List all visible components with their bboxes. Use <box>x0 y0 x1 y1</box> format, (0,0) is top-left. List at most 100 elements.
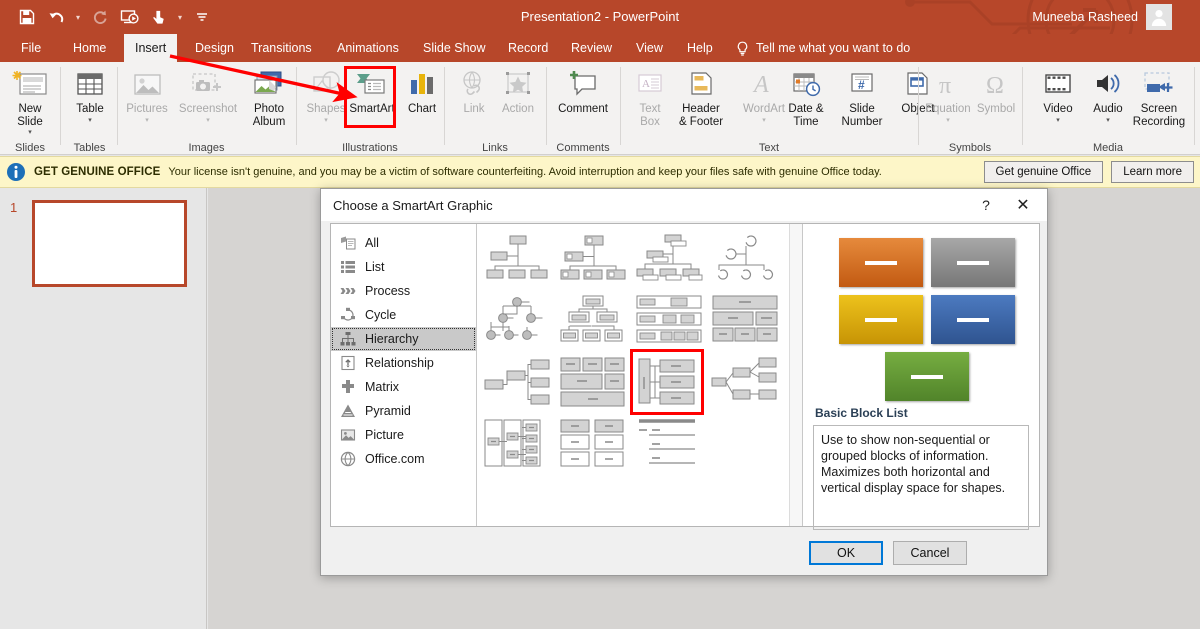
tell-me-box[interactable]: Tell me what you want to do <box>736 34 910 62</box>
start-from-beginning-icon[interactable] <box>116 4 142 30</box>
gallery-item-hierarchy-table-list[interactable] <box>633 414 707 480</box>
ribbon-comment-button[interactable]: Comment <box>552 66 614 116</box>
chart-icon <box>405 66 439 100</box>
category-pyramid[interactable]: Pyramid <box>331 399 476 423</box>
redo-icon[interactable] <box>87 4 113 30</box>
gallery-item-architecture-layout[interactable] <box>557 352 631 418</box>
category-matrix-label: Matrix <box>365 380 400 394</box>
gallery-item-circle-picture-hierarchy[interactable] <box>481 290 555 356</box>
ribbon-table-button[interactable]: Table ▾ <box>62 66 118 125</box>
chevron-down-icon[interactable]: ▾ <box>762 117 766 125</box>
tab-transitions[interactable]: Transitions <box>240 34 323 62</box>
tab-review[interactable]: Review <box>560 34 623 62</box>
ribbon-smartart-button[interactable]: SmartArt <box>344 66 400 116</box>
preview-artwork <box>813 232 1029 401</box>
ribbon-audio-button[interactable]: Audio ▾ <box>1080 66 1136 125</box>
category-all[interactable]: All <box>331 231 476 255</box>
chevron-down-icon[interactable]: ▾ <box>206 117 210 125</box>
chevron-down-icon[interactable]: ▾ <box>1056 117 1060 125</box>
ribbon-video-button[interactable]: Video ▾ <box>1030 66 1086 125</box>
smartart-gallery[interactable] <box>477 224 803 526</box>
customize-qat-icon[interactable] <box>189 4 215 30</box>
gallery-item-hierarchy-list[interactable] <box>557 290 631 356</box>
chevron-down-icon[interactable]: ▾ <box>145 117 149 125</box>
gallery-item-lined-list[interactable] <box>557 414 631 480</box>
cancel-button[interactable]: Cancel <box>893 541 967 565</box>
category-process[interactable]: Process <box>331 279 476 303</box>
tab-file[interactable]: File <box>10 34 52 62</box>
save-icon[interactable] <box>14 4 40 30</box>
gallery-scrollbar[interactable] <box>789 224 802 526</box>
gallery-item-organization-chart[interactable] <box>481 228 555 294</box>
gallery-item-picture-organization-chart[interactable] <box>557 228 631 294</box>
category-relationship[interactable]: Relationship <box>331 351 476 375</box>
chevron-down-icon[interactable]: ▾ <box>88 117 92 125</box>
undo-icon[interactable] <box>43 4 69 30</box>
slide-thumbnail-pane[interactable]: 1 <box>0 188 207 629</box>
tab-slide-show[interactable]: Slide Show <box>412 34 497 62</box>
smartart-category-list[interactable]: All List Process Cycle Hierarchy Relatio… <box>331 224 477 526</box>
user-name[interactable]: Muneeba Rasheed <box>1032 0 1138 34</box>
gallery-item-horizontal-hierarchy[interactable] <box>481 352 555 418</box>
ribbon-tabs[interactable]: File Home Insert Design Transitions Anim… <box>0 34 1200 62</box>
category-picture-label: Picture <box>365 428 404 442</box>
tab-insert[interactable]: Insert <box>124 34 178 62</box>
learn-more-button[interactable]: Learn more <box>1111 161 1194 183</box>
ribbon-header-footer-button[interactable]: Header & Footer <box>670 66 732 128</box>
tab-record[interactable]: Record <box>497 34 559 62</box>
ribbon-new-slide-button[interactable]: New Slide ▾ <box>2 66 58 137</box>
tab-home[interactable]: Home <box>62 34 117 62</box>
process-icon <box>340 283 356 299</box>
category-matrix[interactable]: Matrix <box>331 375 476 399</box>
ribbon-group-tables: Table ▾ Tables <box>62 62 117 155</box>
ribbon-chart-button[interactable]: Chart <box>394 66 450 116</box>
chevron-down-icon[interactable]: ▾ <box>28 129 32 137</box>
gallery-item-labeled-hierarchy[interactable] <box>633 290 707 356</box>
touch-mode-icon[interactable] <box>145 4 171 30</box>
ribbon-photo-album-button[interactable]: Photo Album <box>243 66 295 128</box>
gallery-item-half-circle-organization-chart[interactable] <box>709 228 783 294</box>
ribbon-text-box-label: Text Box <box>639 103 661 128</box>
category-picture[interactable]: Picture <box>331 423 476 447</box>
gallery-item-table-hierarchy[interactable] <box>709 290 783 356</box>
chevron-down-icon[interactable]: ▾ <box>946 117 950 125</box>
gallery-item-horizontal-organization-chart[interactable] <box>481 414 555 480</box>
gallery-item-name-and-title-organization-chart[interactable] <box>633 228 707 294</box>
gallery-item-horizontal-multi-level-hierarchy[interactable] <box>709 352 783 418</box>
ribbon-pictures-button[interactable]: Pictures ▾ <box>119 66 175 125</box>
svg-text:A: A <box>752 72 769 98</box>
avatar[interactable] <box>1146 4 1172 30</box>
ribbon-screenshot-button[interactable]: Screenshot ▾ <box>175 66 241 125</box>
category-office-com[interactable]: Office.com <box>331 447 476 471</box>
ribbon-symbol-label: Symbol <box>976 103 1016 115</box>
undo-dropdown-caret[interactable]: ▾ <box>72 4 84 30</box>
tab-design[interactable]: Design <box>184 34 245 62</box>
tab-view[interactable]: View <box>625 34 674 62</box>
ribbon-slide-number-button[interactable]: # Slide Number <box>834 66 890 128</box>
close-icon[interactable]: ✕ <box>1003 189 1043 221</box>
quick-access-toolbar[interactable]: ▾ ▾ <box>14 0 215 34</box>
help-icon[interactable]: ? <box>971 189 1001 221</box>
chevron-down-icon[interactable]: ▾ <box>324 117 328 125</box>
get-genuine-office-button[interactable]: Get genuine Office <box>983 161 1104 183</box>
category-cycle[interactable]: Cycle <box>331 303 476 327</box>
gallery-item-basic-block-list[interactable] <box>630 349 704 415</box>
slide-thumbnail-1[interactable] <box>32 200 187 287</box>
dialog-title-bar: Choose a SmartArt Graphic <box>321 189 1047 221</box>
tab-animations[interactable]: Animations <box>326 34 410 62</box>
ribbon-action-button[interactable]: Action <box>490 66 546 116</box>
chevron-down-icon[interactable]: ▾ <box>1106 117 1110 125</box>
ribbon-screen-recording-button[interactable]: Screen Recording <box>1130 66 1188 128</box>
ok-button[interactable]: OK <box>809 541 883 565</box>
ribbon-date-time-label: Date & Time <box>788 103 824 128</box>
category-list[interactable]: List <box>331 255 476 279</box>
category-hierarchy[interactable]: Hierarchy <box>331 327 476 351</box>
ribbon-group-illustrations-label: Illustrations <box>342 142 398 154</box>
tab-help[interactable]: Help <box>676 34 724 62</box>
ribbon-symbol-button[interactable]: Ω Symbol <box>968 66 1024 116</box>
touch-mode-dropdown-caret[interactable]: ▾ <box>174 4 186 30</box>
notification-heading: GET GENUINE OFFICE <box>34 166 161 178</box>
ribbon-header-footer-label: Header & Footer <box>678 103 724 128</box>
date-time-icon <box>788 66 824 100</box>
ribbon-date-time-button[interactable]: Date & Time <box>780 66 832 128</box>
